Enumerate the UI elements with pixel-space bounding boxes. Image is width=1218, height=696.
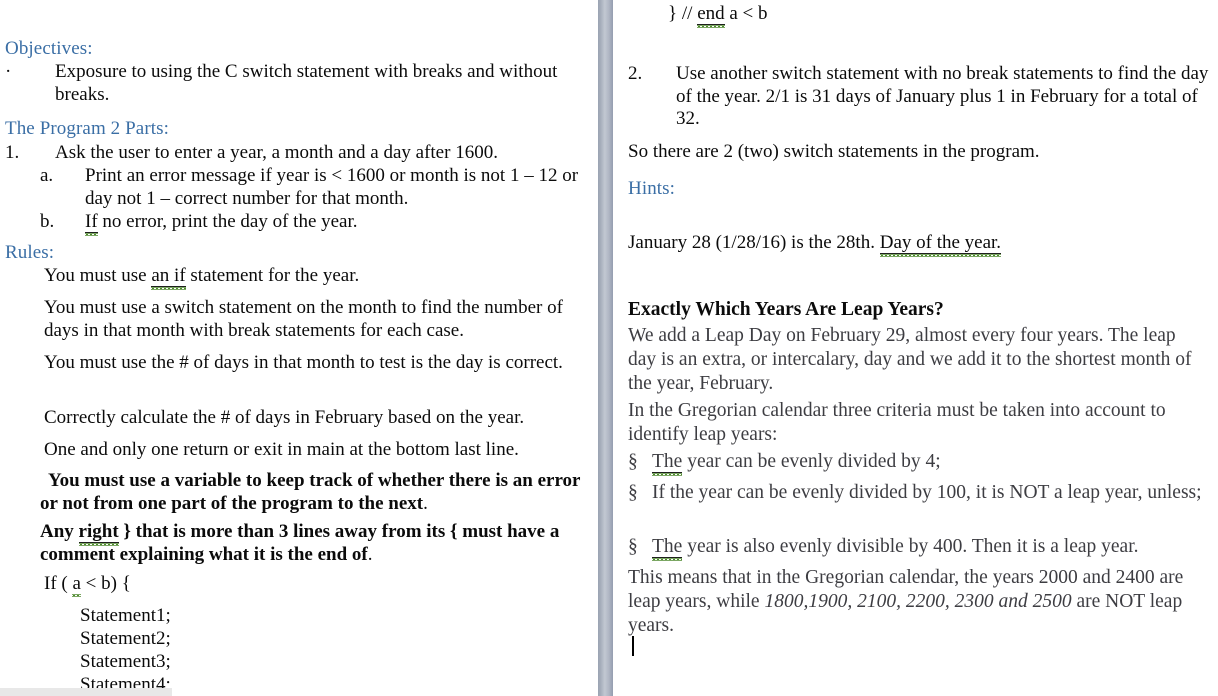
rule-5-text: One and only one return or exit in main …	[44, 439, 519, 460]
document-page: Objectives: · Exposure to using the C sw…	[0, 0, 1218, 696]
leap-paragraph-3: This means that in the Gregorian calenda…	[628, 566, 1210, 638]
rules-heading: Rules:	[5, 242, 55, 263]
hint-line: January 28 (1/28/16) is the 28th. Day of…	[628, 232, 1002, 255]
list-item-1b: b. If no error, print the day of the yea…	[40, 211, 585, 234]
list-item-1-text: Ask the user to enter a year, a month an…	[55, 142, 498, 163]
rule-5: One and only one return or exit in main …	[44, 439, 584, 462]
section-sign-marker: §	[628, 482, 638, 503]
rule-4: Correctly calculate the # of days in Feb…	[44, 407, 525, 428]
hint-line-prefix: January 28 (1/28/16) is the 28th.	[628, 232, 880, 253]
code-statement-3: Statement3;	[80, 651, 171, 672]
spellcheck-word-the-1: The	[652, 451, 683, 473]
rule-1: You must use an if statement for the yea…	[44, 265, 584, 288]
list-item-2: 2. Use another switch statement with no …	[628, 63, 1213, 131]
objectives-item-text: Exposure to using the C switch statement…	[55, 61, 558, 105]
rule-6-period: .	[423, 492, 428, 514]
page-bottom-edge	[0, 688, 172, 696]
list-item-1a-marker: a.	[40, 165, 54, 186]
leap-paragraph-1: We add a Leap Day on February 29, almost…	[628, 325, 1192, 394]
leap-years-heading: Exactly Which Years Are Leap Years?	[628, 299, 944, 320]
code-if-suffix: < b) {	[80, 573, 131, 594]
list-item-1a: a. Print an error message if year is < 1…	[40, 165, 585, 210]
criterion-1-text: The year can be evenly divided by 4;	[628, 450, 1206, 474]
hints-heading: Hints:	[628, 178, 676, 199]
spellcheck-word-if: If	[85, 211, 98, 233]
code-end-brace-line: } // end a < b	[668, 3, 768, 26]
list-item-1: 1. Ask the user to enter a year, a month…	[5, 142, 590, 165]
code-statement-1: Statement1;	[80, 605, 171, 626]
objectives-bullet-marker: ·	[5, 61, 12, 82]
list-item-1b-marker: b.	[40, 211, 55, 232]
criterion-1: § The year can be evenly divided by 4;	[628, 450, 1206, 474]
spellcheck-word-an-if: an if	[151, 265, 186, 287]
right-page-edge	[1213, 0, 1218, 696]
text-cursor-caret	[632, 636, 634, 656]
rule-6-bold-text: You must use a variable to keep track of…	[40, 470, 581, 514]
rule-2: You must use a switch statement on the m…	[44, 297, 563, 341]
criterion-3: § The year is also evenly divisible by 4…	[628, 535, 1206, 559]
code-end-suffix: a < b	[724, 3, 768, 24]
spellcheck-word-right: right	[78, 521, 119, 543]
criterion-3-text: The year is also evenly divisible by 400…	[628, 535, 1206, 559]
rule-7-prefix: Any	[40, 521, 79, 542]
objectives-heading: Objectives:	[5, 38, 93, 59]
objectives-list-item: · Exposure to using the C switch stateme…	[5, 61, 590, 106]
spellcheck-word-the-2: The	[652, 536, 683, 558]
list-item-2-marker: 2.	[628, 63, 643, 84]
list-item-1b-tail: no error, print the day of the year.	[97, 211, 358, 232]
right-column: } // end a < b 2. Use another switch sta…	[613, 0, 1218, 696]
spellcheck-word-a: a	[72, 573, 81, 594]
list-item-2-text: Use another switch statement with no bre…	[676, 63, 1209, 129]
column-divider	[598, 0, 613, 696]
section-sign-marker: §	[628, 451, 638, 472]
rule-1-suffix: statement for the year.	[185, 265, 360, 286]
code-if-line: If ( a < b) {	[44, 573, 131, 596]
rule-6: You must use a variable to keep track of…	[40, 470, 585, 515]
code-end-prefix: } //	[668, 3, 698, 24]
spellcheck-word-end: end	[697, 3, 725, 25]
criterion-2-text: If the year can be evenly divided by 100…	[652, 482, 1202, 503]
criterion-3-tail: year is also evenly divisible by 400. Th…	[682, 536, 1139, 557]
code-if-prefix: If (	[44, 573, 73, 594]
rule-7: Any right } that is more than 3 lines aw…	[40, 521, 585, 566]
list-item-1b-text: If no error, print the day of the year.	[40, 211, 585, 234]
code-statement-2: Statement2;	[80, 628, 171, 649]
rule-3: You must use the # of days in that month…	[44, 352, 563, 373]
criterion-2: § If the year can be evenly divided by 1…	[628, 481, 1206, 505]
switch-statements-note: So there are 2 (two) switch statements i…	[628, 141, 1040, 162]
rule-1-prefix: You must use	[44, 265, 152, 286]
spellcheck-phrase-day-of-the-year: Day of the year.	[879, 232, 1002, 254]
criterion-1-tail: year can be evenly divided by 4;	[682, 451, 941, 472]
rule-7-period: .	[367, 543, 373, 565]
leap-paragraph-3-italic-years: 1800,1900, 2100, 2200, 2300 and 2500	[764, 591, 1072, 612]
list-item-1a-text: Print an error message if year is < 1600…	[85, 165, 579, 209]
leap-paragraph-2: In the Gregorian calendar three criteria…	[628, 400, 1166, 445]
program-parts-heading: The Program 2 Parts:	[5, 118, 170, 139]
left-column: Objectives: · Exposure to using the C sw…	[0, 0, 598, 696]
list-item-1-marker: 1.	[5, 142, 20, 163]
section-sign-marker: §	[628, 536, 638, 557]
